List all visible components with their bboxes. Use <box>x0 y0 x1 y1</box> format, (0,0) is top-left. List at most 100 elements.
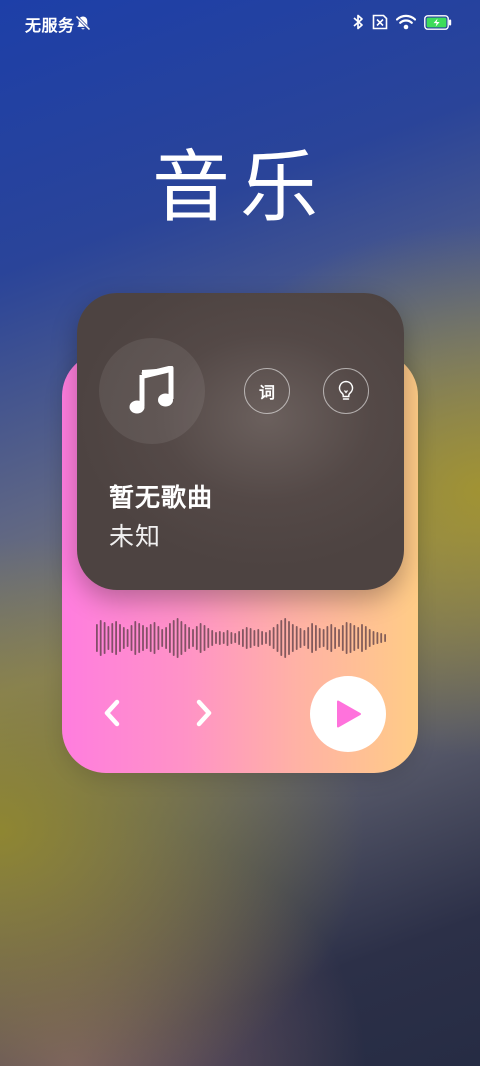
waveform-bar <box>353 625 356 651</box>
waveform-bar <box>276 624 279 652</box>
status-bar: 无服务 <box>0 0 480 46</box>
waveform-bar <box>153 622 156 654</box>
waveform-bar <box>165 627 167 649</box>
waveform-bar <box>303 630 306 646</box>
waveform-bar <box>376 632 379 644</box>
waveform-bar <box>203 625 206 651</box>
waveform-bar <box>288 621 290 655</box>
waveform-bar <box>226 630 229 646</box>
waveform-bar <box>230 632 233 644</box>
waveform-bar <box>99 620 102 656</box>
chevron-right-icon <box>196 699 212 727</box>
waveform-bar <box>307 627 310 649</box>
song-title: 暂无歌曲 <box>109 483 214 512</box>
lightbulb-button[interactable] <box>323 368 369 414</box>
waveform-bar <box>199 623 202 653</box>
waveform-bar <box>349 623 352 653</box>
waveform-bar <box>322 629 325 647</box>
lightbulb-icon <box>338 380 354 400</box>
waveform-bar <box>215 632 217 644</box>
waveform-bar <box>184 624 187 652</box>
previous-button[interactable] <box>94 695 130 731</box>
waveform-bar <box>311 623 313 653</box>
waveform-bar <box>249 628 252 648</box>
waveform-bar <box>318 628 321 648</box>
waveform-bar <box>384 634 386 642</box>
waveform-bar <box>295 626 298 650</box>
waveform-bar <box>315 625 317 651</box>
waveform-bar <box>145 627 148 649</box>
waveform-bar <box>119 624 121 652</box>
waveform-bar <box>280 620 283 656</box>
waveform-bar <box>207 628 210 648</box>
waveform-bar <box>115 621 117 655</box>
waveform-bar <box>245 627 248 649</box>
waveform-bar <box>265 632 267 644</box>
waveform-bar <box>138 623 141 653</box>
battery-charging-icon <box>424 14 452 30</box>
waveform-bar <box>176 618 179 658</box>
waveform-bar <box>330 624 333 652</box>
waveform-bar <box>238 631 240 645</box>
album-cover <box>99 338 205 444</box>
waveform-bar <box>253 630 256 646</box>
carrier-label: 无服务 <box>25 16 75 35</box>
waveform-bar <box>188 627 190 649</box>
waveform-bar <box>284 618 287 658</box>
waveform <box>96 618 386 658</box>
play-button[interactable] <box>310 676 386 752</box>
waveform-bar <box>357 627 360 649</box>
bluetooth-icon <box>353 14 363 30</box>
waveform-bar <box>130 625 133 651</box>
waveform-bar <box>149 624 152 652</box>
waveform-bar <box>338 629 340 647</box>
waveform-bar <box>195 626 198 650</box>
waveform-bar <box>368 629 371 647</box>
waveform-bar <box>126 629 129 647</box>
waveform-bar <box>372 631 375 645</box>
lyrics-button[interactable]: 词 <box>244 368 290 414</box>
waveform-bar <box>242 629 244 647</box>
waveform-bar <box>96 624 98 652</box>
waveform-bar <box>211 630 214 646</box>
bell-off-icon <box>75 15 91 31</box>
waveform-bar <box>341 625 344 651</box>
waveform-bar <box>161 629 164 647</box>
wifi-icon <box>396 14 416 30</box>
waveform-bar <box>334 627 336 649</box>
next-button[interactable] <box>186 695 222 731</box>
waveform-bar <box>103 622 106 654</box>
waveform-bar <box>364 626 367 650</box>
waveform-bar <box>361 624 363 652</box>
waveform-bar <box>218 631 221 645</box>
waveform-bar <box>142 625 144 651</box>
waveform-bar <box>261 631 263 645</box>
waveform-bar <box>107 626 110 650</box>
waveform-bar <box>157 626 160 650</box>
waveform-bar <box>122 627 125 649</box>
song-artist: 未知 <box>109 522 162 551</box>
waveform-bar <box>326 626 329 650</box>
waveform-bar <box>299 628 302 648</box>
sim-x-icon <box>372 14 388 30</box>
waveform-bar <box>134 621 137 655</box>
waveform-bar <box>345 622 348 654</box>
waveform-bar <box>268 630 271 646</box>
play-icon <box>337 700 361 728</box>
waveform-bar <box>291 624 294 652</box>
waveform-bar <box>192 629 194 647</box>
now-playing-card[interactable]: 词 暂无歌曲 未知 <box>77 293 404 590</box>
waveform-bar <box>272 627 275 649</box>
waveform-bar <box>111 623 114 653</box>
chevron-left-icon <box>104 699 120 727</box>
waveform-bar <box>257 629 260 647</box>
waveform-bar <box>222 632 225 644</box>
waveform-bar <box>380 633 383 643</box>
page-title: 音乐 <box>151 143 328 233</box>
lyrics-label: 词 <box>258 383 275 402</box>
music-note-icon <box>129 366 174 414</box>
waveform-bar <box>234 633 237 643</box>
waveform-bar <box>172 620 175 656</box>
waveform-bar <box>169 623 171 653</box>
waveform-bar <box>180 621 183 655</box>
